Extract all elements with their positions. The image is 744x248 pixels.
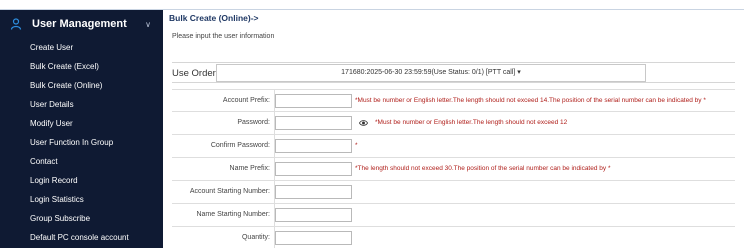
account-starting-number-label: Account Starting Number: bbox=[172, 181, 275, 203]
top-bar bbox=[0, 0, 744, 10]
sidebar-item-bulk-create-online[interactable]: Bulk Create (Online) bbox=[0, 76, 163, 95]
form-row-quantity: Quantity: bbox=[172, 227, 735, 248]
name-prefix-label: Name Prefix: bbox=[172, 158, 275, 180]
form-row-name-starting-number: Name Starting Number: bbox=[172, 204, 735, 227]
breadcrumb: Bulk Create (Online)-> bbox=[169, 13, 259, 23]
account-prefix-input[interactable] bbox=[275, 94, 352, 108]
quantity-input[interactable] bbox=[275, 231, 352, 245]
use-order-select[interactable]: 171680:2025-06-30 23:59:59(Use Status: 0… bbox=[216, 64, 646, 82]
sidebar-item-contact[interactable]: Contact bbox=[0, 152, 163, 171]
sidebar-item-login-statistics[interactable]: Login Statistics bbox=[0, 190, 163, 209]
name-starting-number-input[interactable] bbox=[275, 208, 352, 222]
name-starting-number-label: Name Starting Number: bbox=[172, 204, 275, 226]
name-prefix-input[interactable] bbox=[275, 162, 352, 176]
quantity-label: Quantity: bbox=[172, 227, 275, 248]
sidebar-item-create-user[interactable]: Create User bbox=[0, 38, 163, 57]
use-order-row: Use Order: 171680:2025-06-30 23:59:59(Us… bbox=[172, 62, 735, 83]
form-row-name-prefix: Name Prefix: *The length should not exce… bbox=[172, 158, 735, 181]
account-starting-number-input[interactable] bbox=[275, 185, 352, 199]
sidebar-item-group-subscribe[interactable]: Group Subscribe bbox=[0, 209, 163, 228]
form-row-confirm-password: Confirm Password: * bbox=[172, 135, 735, 158]
sidebar: User Management ∨ Create User Bulk Creat… bbox=[0, 10, 163, 248]
user-info-form: Account Prefix: *Must be number or Engli… bbox=[172, 89, 735, 248]
password-label: Password: bbox=[172, 112, 275, 134]
password-input[interactable] bbox=[275, 116, 352, 130]
password-hint: *Must be number or English letter.The le… bbox=[375, 119, 568, 126]
sidebar-item-user-details[interactable]: User Details bbox=[0, 95, 163, 114]
page-subtitle: Please input the user information bbox=[172, 33, 275, 40]
show-password-eye-icon[interactable] bbox=[359, 119, 368, 127]
sidebar-item-modify-user[interactable]: Modify User bbox=[0, 114, 163, 133]
name-prefix-hint: *The length should not exceed 30.The pos… bbox=[355, 165, 611, 172]
sidebar-item-bulk-create-excel[interactable]: Bulk Create (Excel) bbox=[0, 57, 163, 76]
sidebar-section-user-management[interactable]: User Management ∨ bbox=[0, 10, 163, 38]
sidebar-item-login-record[interactable]: Login Record bbox=[0, 171, 163, 190]
form-row-account-prefix: Account Prefix: *Must be number or Engli… bbox=[172, 89, 735, 112]
sidebar-item-default-pc-console-account[interactable]: Default PC console account bbox=[0, 228, 163, 247]
confirm-password-label: Confirm Password: bbox=[172, 135, 275, 157]
confirm-password-hint: * bbox=[355, 142, 358, 149]
sidebar-title: User Management bbox=[32, 18, 127, 30]
confirm-password-input[interactable] bbox=[275, 139, 352, 153]
form-row-password: Password: *Must be number or English let… bbox=[172, 112, 735, 135]
user-icon bbox=[10, 18, 22, 30]
chevron-down-icon[interactable]: ∨ bbox=[145, 20, 151, 29]
account-prefix-hint: *Must be number or English letter.The le… bbox=[355, 97, 706, 104]
use-order-label: Use Order: bbox=[172, 68, 219, 79]
sidebar-item-user-function-in-group[interactable]: User Function In Group bbox=[0, 133, 163, 152]
form-row-account-starting-number: Account Starting Number: bbox=[172, 181, 735, 204]
main-content: Bulk Create (Online)-> Please input the … bbox=[163, 10, 744, 248]
sidebar-menu: Create User Bulk Create (Excel) Bulk Cre… bbox=[0, 38, 163, 247]
account-prefix-label: Account Prefix: bbox=[172, 90, 275, 112]
